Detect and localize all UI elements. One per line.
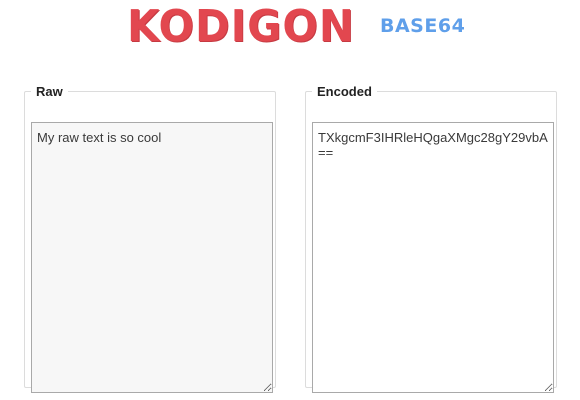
raw-legend: Raw bbox=[36, 84, 63, 99]
encoded-panel: Encoded TXkgcmF3IHRleHQgaXMgc28gY29vbA== bbox=[305, 84, 557, 393]
header: Kodigon Base64 bbox=[0, 0, 580, 62]
encoded-legend: Encoded bbox=[317, 84, 372, 99]
logo[interactable]: Kodigon bbox=[127, 3, 355, 51]
encoded-output[interactable]: TXkgcmF3IHRleHQgaXMgc28gY29vbA== bbox=[312, 122, 554, 393]
page: Kodigon Base64 Raw My raw text is so coo… bbox=[0, 0, 580, 400]
raw-panel: Raw My raw text is so cool bbox=[24, 84, 276, 393]
mode-subtitle: Base64 bbox=[380, 15, 466, 37]
raw-input[interactable]: My raw text is so cool bbox=[31, 122, 273, 393]
